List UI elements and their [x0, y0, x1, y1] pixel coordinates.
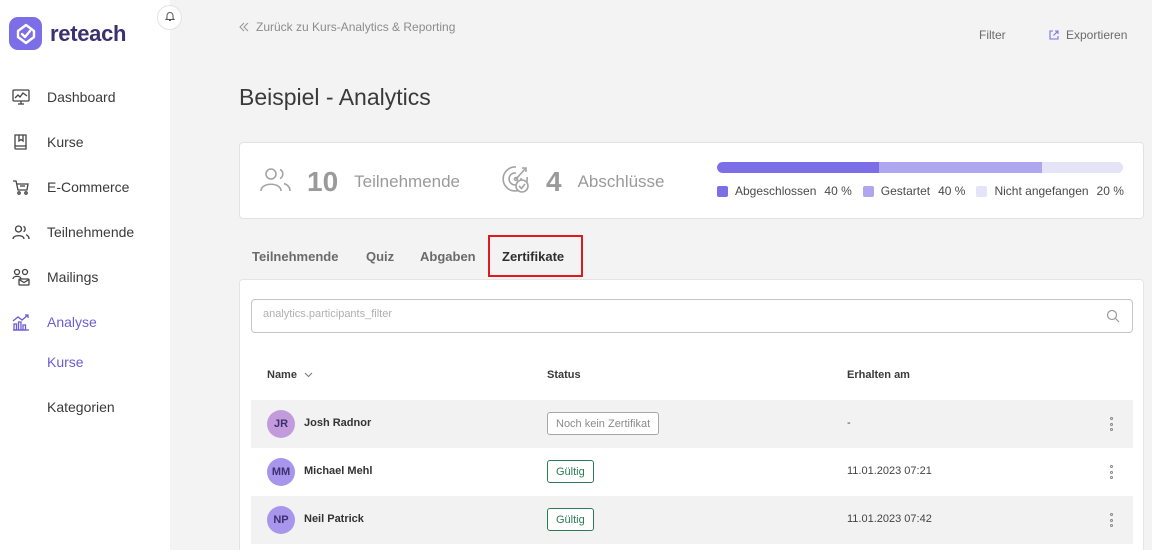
row-menu-kebab-icon[interactable] [1109, 513, 1113, 527]
sidebar-item-label: Analyse [47, 314, 97, 330]
sidebar-item-analyse[interactable]: Analyse [10, 310, 97, 334]
participants-count: 10 [307, 165, 339, 197]
certificates-panel: Name Status Erhalten am JR Josh Radnor N… [239, 279, 1144, 550]
brand-name: reteach [50, 20, 127, 46]
export-button[interactable]: Exportieren [1048, 28, 1127, 42]
legend-percent: 20 % [1096, 184, 1124, 198]
sidebar-subitem-kategorien[interactable]: Kategorien [47, 399, 115, 415]
status-badge: Gültig [547, 508, 594, 531]
participant-name: Josh Radnor [304, 417, 372, 429]
stats-card: 10 Teilnehmende 4 Abschlüsse Abgeschloss… [239, 142, 1144, 219]
search-box [251, 299, 1133, 333]
sidebar-item-kurse[interactable]: Kurse [10, 130, 84, 154]
bell-icon [164, 9, 176, 27]
legend-percent: 40 % [824, 184, 852, 198]
received-date: 11.01.2023 07:21 [847, 465, 932, 477]
legend-swatch [976, 185, 988, 197]
row-menu-kebab-icon[interactable] [1109, 465, 1113, 479]
row-menu-kebab-icon[interactable] [1109, 417, 1113, 431]
participants-stat: 10 Teilnehmende [259, 143, 460, 220]
participants-label: Teilnehmende [354, 171, 461, 191]
sidebar-item-label: Teilnehmende [47, 224, 135, 240]
cart-icon [10, 176, 32, 198]
avatar: NP [267, 506, 295, 534]
column-header-status: Status [547, 369, 581, 381]
legend-label: Abgeschlossen [735, 184, 817, 198]
status-badge: Gültig [547, 460, 594, 483]
page-title: Beispiel - Analytics [239, 84, 431, 110]
column-header-label: Name [267, 369, 297, 381]
reteach-logo-icon [9, 17, 42, 50]
filter-button[interactable]: Filter [979, 28, 1006, 42]
completion-progress-bar [717, 162, 1123, 173]
sidebar-item-label: Mailings [47, 269, 99, 285]
progress-segment-not-started [1041, 162, 1123, 173]
back-link[interactable]: Zurück zu Kurs-Analytics & Reporting [238, 20, 455, 34]
sidebar-item-label: E-Commerce [47, 179, 130, 195]
sidebar-item-label: Kurse [47, 134, 84, 150]
tab-highlight-box [488, 235, 583, 277]
sidebar-subitem-kurse[interactable]: Kurse [47, 354, 84, 370]
chevron-down-icon [304, 372, 313, 378]
legend-percent: 40 % [938, 184, 966, 198]
back-link-label: Zurück zu Kurs-Analytics & Reporting [256, 20, 456, 34]
export-label: Exportieren [1066, 28, 1128, 42]
legend-label: Gestartet [880, 184, 931, 198]
completions-stat: 4 Abschlüsse [498, 143, 665, 220]
avatar: MM [267, 458, 295, 486]
search-icon[interactable] [1106, 309, 1120, 328]
participant-name: Michael Mehl [304, 465, 373, 477]
column-header-name[interactable]: Name [267, 369, 313, 381]
dashboard-icon [10, 86, 32, 108]
sidebar-item-mailings[interactable]: Mailings [10, 265, 98, 289]
status-badge: Noch kein Zertifikat [547, 412, 660, 435]
sidebar: reteach Dashboard Kurse E-Commerce Teiln… [0, 0, 170, 550]
table-row[interactable]: MM Michael Mehl Gültig 11.01.2023 07:21 [251, 448, 1133, 496]
sidebar-item-ecommerce[interactable]: E-Commerce [10, 175, 129, 199]
avatar: JR [267, 410, 295, 438]
participant-name: Neil Patrick [304, 513, 364, 525]
progress-segment-completed [717, 162, 880, 173]
completions-label: Abschlüsse [577, 171, 665, 191]
legend-item-completed: Abgeschlossen 40 % [717, 184, 852, 198]
sidebar-item-teilnehmende[interactable]: Teilnehmende [10, 220, 134, 244]
double-chevron-left-icon [239, 22, 249, 32]
received-date: - [847, 417, 851, 429]
tab-teilnehmende[interactable]: Teilnehmende [252, 249, 338, 264]
export-icon [1049, 30, 1059, 40]
legend-item-not-started: Nicht angefangen 20 % [976, 184, 1124, 198]
users-icon [259, 164, 293, 199]
progress-legend: Abgeschlossen 40 % Gestartet 40 % Nicht … [717, 184, 1124, 198]
table-row[interactable]: JR Josh Radnor Noch kein Zertifikat - [251, 400, 1133, 448]
legend-label: Nicht angefangen [994, 184, 1089, 198]
legend-item-started: Gestartet 40 % [862, 184, 966, 198]
tab-abgaben[interactable]: Abgaben [420, 249, 476, 264]
search-input[interactable] [263, 308, 1083, 320]
legend-swatch [717, 185, 728, 197]
notifications-button[interactable] [157, 5, 182, 30]
legend-swatch [862, 185, 874, 197]
tab-quiz[interactable]: Quiz [366, 249, 394, 264]
completions-count: 4 [546, 165, 562, 197]
logo[interactable]: reteach [9, 17, 126, 50]
progress-segment-started [879, 162, 1042, 173]
mailings-icon [10, 266, 32, 288]
received-date: 11.01.2023 07:42 [847, 513, 932, 525]
analytics-icon [10, 311, 32, 333]
column-header-date: Erhalten am [847, 369, 910, 381]
completion-target-icon [498, 163, 532, 200]
users-icon [10, 221, 32, 243]
table-row[interactable]: NP Neil Patrick Gültig 11.01.2023 07:42 [251, 496, 1133, 544]
book-icon [10, 131, 32, 153]
sidebar-item-label: Dashboard [47, 89, 116, 105]
sidebar-item-dashboard[interactable]: Dashboard [10, 85, 116, 109]
